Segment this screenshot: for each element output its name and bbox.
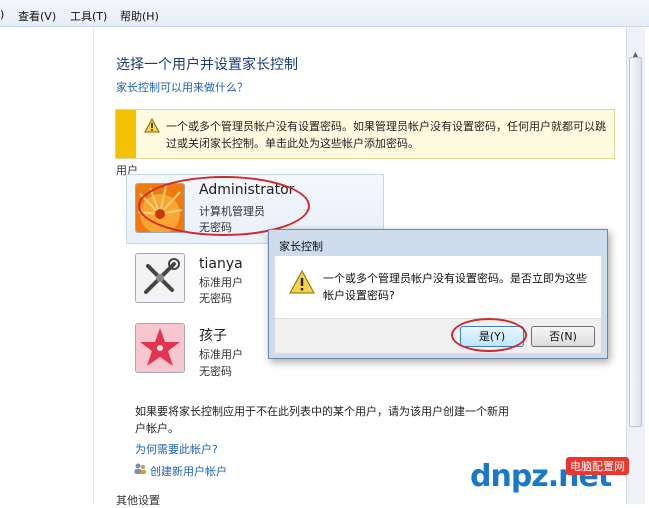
users-icon <box>134 463 146 474</box>
dialog-footer: 是(Y) 否(N) <box>275 318 601 353</box>
why-account-link[interactable]: 为何需要此帐户? <box>135 441 218 457</box>
dialog-title: 家长控制 <box>279 240 323 253</box>
site-watermark: dnpz.net 电脑配置网 <box>470 455 646 501</box>
warning-stripe <box>116 110 136 158</box>
avatar-child <box>135 323 185 373</box>
tools-avatar-icon <box>136 254 184 302</box>
user-name: 孩子 <box>199 328 227 344</box>
left-nav-pane <box>0 27 94 504</box>
menu-view[interactable]: 查看(V) <box>18 8 56 24</box>
parental-controls-dialog: 家长控制 一个或多个管理员帐户没有设置密码。是否立即为这些帐户设置密码? 是(Y… <box>268 229 608 359</box>
warning-text: 一个或多个管理员帐户没有设置密码。如果管理员帐户没有设置密码，任何用户就都可以跳… <box>166 120 606 150</box>
red-annotation-oval <box>138 176 310 236</box>
avatar-tianya <box>135 253 185 303</box>
help-link[interactable]: 家长控制可以用来做什么？ <box>116 79 248 95</box>
scroll-thumb[interactable] <box>629 57 642 427</box>
dialog-message: 一个或多个管理员帐户没有设置密码。是否立即为这些帐户设置密码? <box>323 272 587 302</box>
menu-help[interactable]: 帮助(H) <box>120 8 159 24</box>
red-annotation-oval <box>451 318 527 352</box>
user-name: tianya <box>199 256 243 272</box>
watermark-label: 电脑配置网 <box>566 457 629 475</box>
starfish-avatar-icon <box>136 324 184 372</box>
create-user-explanation: 如果要将家长控制应用于不在此列表中的某个用户，请为该用户创建一个新用户帐户。 <box>135 405 509 435</box>
other-settings-heading: 其他设置 <box>116 494 160 507</box>
page-title: 选择一个用户并设置家长控制 <box>116 57 298 73</box>
warning-icon <box>289 270 315 294</box>
user-password-status: 无密码 <box>199 292 232 305</box>
user-role: 标准用户 <box>199 348 243 361</box>
user-role: 标准用户 <box>199 276 243 289</box>
create-user-link[interactable]: 创建新用户帐户 <box>150 463 227 479</box>
menu-bar: ) 查看(V) 工具(T) 帮助(H) <box>0 0 649 27</box>
no-button[interactable]: 否(N) <box>531 326 595 347</box>
menu-tools[interactable]: 工具(T) <box>70 8 107 24</box>
menu-edit[interactable]: ) <box>0 8 4 21</box>
user-password-status: 无密码 <box>199 365 232 378</box>
warning-icon <box>144 118 160 133</box>
dialog-body: 一个或多个管理员帐户没有设置密码。是否立即为这些帐户设置密码? <box>275 256 601 318</box>
vertical-scrollbar[interactable]: ▲ <box>626 27 645 504</box>
warning-banner[interactable]: 一个或多个管理员帐户没有设置密码。如果管理员帐户没有设置密码，任何用户就都可以跳… <box>115 109 615 159</box>
